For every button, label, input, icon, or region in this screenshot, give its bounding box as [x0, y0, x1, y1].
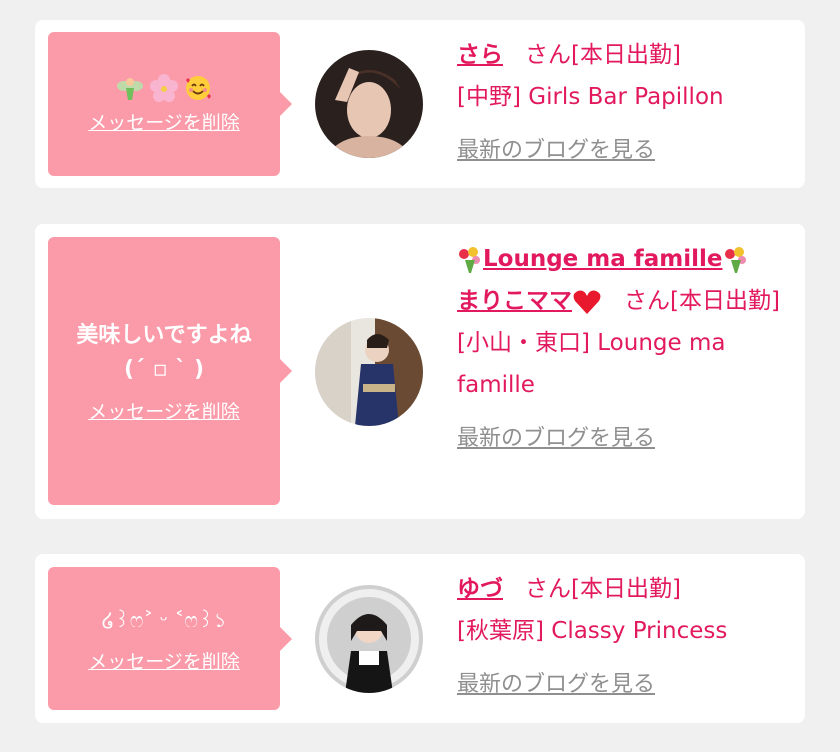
message-emoji-row: [116, 73, 212, 102]
latest-blog-link[interactable]: 最新のブログを見る: [457, 418, 655, 460]
delete-message-link[interactable]: メッセージを削除: [88, 108, 240, 135]
shop-label: [中野] Girls Bar Papillon: [457, 84, 724, 110]
avatar-photo: [315, 50, 423, 158]
cast-info: ゆづ さん[本日出勤] [秋葉原] Classy Princess 最新のブログを…: [457, 568, 785, 706]
cast-info: Lounge ma famille まりこママ さん[本日出勤] [小山・東口]…: [457, 238, 785, 460]
message-text: ໒꒱ෆ˃ ᵕ ˂ෆ꒱১: [101, 608, 227, 632]
honorific: さん: [525, 576, 571, 602]
fairy-icon: [117, 77, 143, 100]
cast-name-link[interactable]: ゆづ: [457, 576, 503, 602]
cast-info: さら さん[本日出勤] [中野] Girls Bar Papillon 最新のブロ…: [457, 34, 785, 172]
shop-title: Lounge ma famille: [483, 246, 723, 272]
shop-label: [小山・東口] Lounge ma famille: [457, 330, 726, 398]
delete-message-link[interactable]: メッセージを削除: [88, 647, 240, 674]
smiling-hearts-face-icon: [186, 75, 211, 100]
avatar[interactable]: [315, 318, 423, 426]
message-card: 美味しいですよね (´ ▫ ` ) メッセージを削除 Lounge ma fam…: [35, 224, 805, 519]
message-text: 美味しいですよね (´ ▫ ` ): [76, 322, 252, 382]
cast-name-link[interactable]: さら: [457, 42, 503, 68]
honorific: さん: [624, 288, 670, 314]
message-card: ໒꒱ෆ˃ ᵕ ˂ෆ꒱১ メッセージを削除 ゆづ さん[本日出勤] [秋葉原] Cl…: [35, 554, 805, 723]
status-label: [本日出勤]: [571, 576, 681, 602]
shop-title-link[interactable]: Lounge ma famille: [457, 238, 785, 280]
bouquet-icon: [724, 246, 746, 273]
cast-name-line: まりこママ さん[本日出勤]: [457, 280, 785, 322]
bouquet-icon: [459, 246, 480, 273]
message-card: メッセージを削除 さら さん[本日出勤] [中野] Girls Bar Papil…: [35, 20, 805, 188]
avatar-photo: [315, 585, 423, 693]
message-bubble: メッセージを削除: [48, 32, 292, 176]
avatar-photo: [315, 318, 423, 426]
latest-blog-link[interactable]: 最新のブログを見る: [457, 664, 655, 706]
avatar[interactable]: [315, 585, 423, 693]
message-bubble: ໒꒱ෆ˃ ᵕ ˂ෆ꒱১ メッセージを削除: [48, 567, 292, 710]
cast-name-line: さら さん[本日出勤]: [457, 34, 785, 76]
status-label: [本日出勤]: [670, 288, 780, 314]
red-heart-icon: [573, 290, 601, 314]
latest-blog-link[interactable]: 最新のブログを見る: [457, 130, 655, 172]
status-label: [本日出勤]: [571, 42, 681, 68]
message-bubble: 美味しいですよね (´ ▫ ` ) メッセージを削除: [48, 237, 292, 505]
delete-message-link[interactable]: メッセージを削除: [88, 397, 240, 424]
cherry-blossom-icon: [150, 73, 178, 102]
honorific: さん: [525, 42, 571, 68]
cast-name-link[interactable]: まりこママ: [457, 288, 602, 314]
cast-name-line: ゆづ さん[本日出勤]: [457, 568, 785, 610]
avatar[interactable]: [315, 50, 423, 158]
shop-label: [秋葉原] Classy Princess: [457, 618, 728, 644]
